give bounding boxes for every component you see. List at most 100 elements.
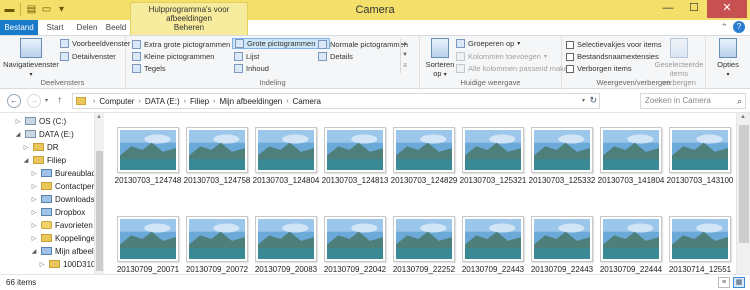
layout-gallery-scroll[interactable]: ▲ ▼ ≡ xyxy=(400,39,409,73)
collapse-icon[interactable]: ◢ xyxy=(30,248,38,255)
collapse-icon[interactable]: ◢ xyxy=(14,131,22,138)
tree-item-data-drive[interactable]: ◢ DATA (E:) xyxy=(14,128,74,140)
expand-icon[interactable]: ▷ xyxy=(30,170,38,177)
up-button[interactable]: ↑ xyxy=(57,95,62,106)
file-extensions-checkbox[interactable] xyxy=(566,52,574,61)
address-bar[interactable]: › Computer › DATA (E:) › Filiep › Mijn a… xyxy=(72,93,600,109)
xl-icons-button[interactable]: Extra grote pictogrammen xyxy=(132,39,230,50)
file-item[interactable]: 20130709_20083 xyxy=(252,216,320,274)
file-item[interactable]: 20130703_124813 xyxy=(321,127,389,185)
file-item[interactable]: 20130703_124748 xyxy=(114,127,182,185)
options-button[interactable]: Opties ▾ xyxy=(710,38,746,80)
breadcrumb-my-pictures[interactable]: Mijn afbeeldingen xyxy=(219,97,282,106)
breadcrumb-filiep[interactable]: Filiep xyxy=(190,97,209,106)
tree-item-dr[interactable]: ▷ DR xyxy=(22,141,59,153)
sort-by-button[interactable]: Sorteren op ▾ xyxy=(423,38,457,80)
file-item[interactable]: 20130703_141804 xyxy=(597,127,665,185)
breadcrumb-chevron[interactable]: › xyxy=(286,98,288,105)
hidden-items-checkbox[interactable] xyxy=(566,64,574,73)
file-item[interactable]: 20130703_124758 xyxy=(183,127,251,185)
breadcrumb-camera[interactable]: Camera xyxy=(293,97,321,106)
breadcrumb-chevron[interactable]: › xyxy=(213,98,215,105)
scroll-up-icon[interactable]: ▲ xyxy=(740,114,746,120)
expand-icon[interactable]: ▷ xyxy=(14,118,22,125)
breadcrumb-chevron[interactable]: › xyxy=(184,98,186,105)
item-checkboxes-toggle[interactable]: Selectievakjes voor items xyxy=(566,39,662,50)
file-item[interactable]: 20130709_22042 xyxy=(321,216,389,274)
expand-icon[interactable]: ▷ xyxy=(30,235,38,242)
item-checkboxes-checkbox[interactable] xyxy=(566,40,574,49)
search-input[interactable]: Zoeken in Camera ⌕ xyxy=(640,93,746,109)
large-icons-button[interactable]: Grote pictogrammen xyxy=(232,38,331,49)
tab-share[interactable]: Delen xyxy=(72,20,102,35)
file-item[interactable]: 20130703_125321 xyxy=(459,127,527,185)
fit-columns-button[interactable]: Alle kolommen passend maken xyxy=(456,63,572,74)
expand-icon[interactable]: ▷ xyxy=(38,261,46,268)
nav-pane-scroll-thumb[interactable] xyxy=(96,151,103,271)
group-by-button[interactable]: Groeperen op ▾ xyxy=(456,38,520,49)
tab-manage[interactable]: Beheren xyxy=(131,23,247,32)
tab-file[interactable]: Bestand xyxy=(0,20,38,35)
file-item[interactable]: 20130709_22443 xyxy=(528,216,596,274)
tab-start[interactable]: Start xyxy=(42,20,68,35)
search-icon[interactable]: ⌕ xyxy=(737,96,742,107)
tab-view[interactable]: Beeld xyxy=(104,20,128,35)
file-item[interactable]: 20130714_12551 xyxy=(666,216,734,274)
tree-item-contacts[interactable]: ▷ Contactpersonen xyxy=(30,180,104,192)
expand-icon[interactable]: ▷ xyxy=(30,222,38,229)
file-list-scrollbar[interactable]: ▲ xyxy=(736,113,750,274)
tree-item-downloads[interactable]: ▷ Downloads xyxy=(30,193,95,205)
file-item[interactable]: 20130709_20072 xyxy=(183,216,251,274)
ribbon-collapse-icon[interactable]: ⌃ xyxy=(720,22,728,33)
scroll-up-icon[interactable]: ▲ xyxy=(96,114,102,120)
tree-item-desktop[interactable]: ▷ Bureaublad xyxy=(30,167,96,179)
file-item[interactable]: 20130703_143100 xyxy=(666,127,734,185)
breadcrumb-chevron[interactable]: › xyxy=(93,98,95,105)
file-list-scroll-thumb[interactable] xyxy=(739,125,749,243)
maximize-button[interactable]: ☐ xyxy=(681,0,707,18)
forward-button[interactable]: → xyxy=(27,94,41,108)
list-view-button[interactable]: Lijst xyxy=(234,51,259,62)
expand-icon[interactable]: ▷ xyxy=(22,144,30,151)
expand-icon[interactable]: ▷ xyxy=(30,209,38,216)
large-icons-view-icon[interactable]: ▦ xyxy=(733,277,745,288)
file-item[interactable]: 20130703_125332 xyxy=(528,127,596,185)
back-button[interactable]: ← xyxy=(7,94,21,108)
close-button[interactable]: ✕ xyxy=(707,0,747,18)
small-icons-button[interactable]: Kleine pictogrammen xyxy=(132,51,214,62)
file-item[interactable]: 20130709_20071 xyxy=(114,216,182,274)
file-extensions-toggle[interactable]: Bestandsnaamextensies xyxy=(566,51,659,62)
breadcrumb-computer[interactable]: Computer xyxy=(99,97,134,106)
normal-icons-button[interactable]: Normale pictogrammen xyxy=(318,39,408,50)
file-item[interactable]: 20130709_22443 xyxy=(459,216,527,274)
file-item[interactable]: 20130703_124829 xyxy=(390,127,458,185)
tiles-view-button[interactable]: Tegels xyxy=(132,63,166,74)
content-view-button[interactable]: Inhoud xyxy=(234,63,269,74)
details-pane-button[interactable]: Detailvenster xyxy=(60,51,116,62)
tree-item-100d3100[interactable]: ▷ 100D3100 xyxy=(38,258,100,270)
expand-icon[interactable]: ▷ xyxy=(30,183,38,190)
details-view-button[interactable]: Details xyxy=(318,51,353,62)
breadcrumb-data-drive[interactable]: DATA (E:) xyxy=(145,97,180,106)
expand-icon[interactable]: ▷ xyxy=(30,196,38,203)
tree-item-links[interactable]: ▷ Koppelingen xyxy=(30,232,100,244)
hidden-items-toggle[interactable]: Verborgen items xyxy=(566,63,632,74)
minimize-button[interactable]: — xyxy=(655,0,681,18)
help-icon[interactable]: ? xyxy=(733,21,745,33)
tree-item-filiep[interactable]: ◢ Filiep xyxy=(22,154,66,166)
preview-pane-button[interactable]: Voorbeeldvenster xyxy=(60,38,130,49)
nav-pane-scrollbar[interactable]: ▲ xyxy=(94,113,104,274)
breadcrumb-chevron[interactable]: › xyxy=(138,98,140,105)
tree-item-my-pictures[interactable]: ◢ Mijn afbeeldingen xyxy=(30,245,104,257)
add-columns-button[interactable]: Kolommen toevoegen ▾ xyxy=(456,51,547,62)
tree-item-dropbox[interactable]: ▷ Dropbox xyxy=(30,206,86,218)
file-item[interactable]: 20130703_124804 xyxy=(252,127,320,185)
nav-pane-button[interactable]: Navigatievenster ▾ xyxy=(3,38,59,80)
tree-item-favorites[interactable]: ▷ Favorieten xyxy=(30,219,93,231)
file-item[interactable]: 20130709_22252 xyxy=(390,216,458,274)
recent-locations-dropdown[interactable]: ▾ xyxy=(45,97,48,104)
address-dropdown-icon[interactable]: ▾ xyxy=(582,97,585,104)
collapse-icon[interactable]: ◢ xyxy=(22,157,30,164)
details-view-icon[interactable]: ≡ xyxy=(718,277,730,288)
tree-item-os-drive[interactable]: ▷ OS (C:) xyxy=(14,115,66,127)
